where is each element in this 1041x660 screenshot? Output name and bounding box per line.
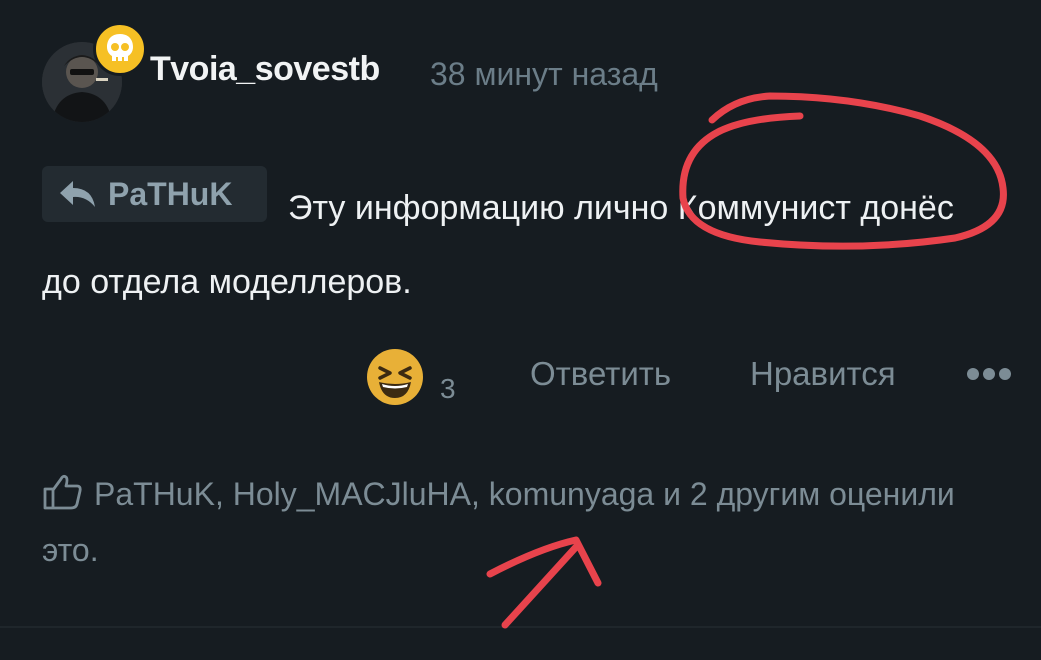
laughing-emoji-icon[interactable]: [366, 348, 424, 406]
skull-icon: [107, 34, 133, 61]
comment-timestamp: 38 минут назад: [430, 56, 658, 92]
more-dots-icon[interactable]: [966, 367, 1012, 381]
reply-button[interactable]: Ответить: [530, 355, 671, 393]
author-name[interactable]: Tvoia_sovestb: [150, 50, 380, 89]
reaction-count: 3: [440, 373, 456, 404]
skull-badge: [93, 22, 147, 76]
thumbs-up-icon: [43, 474, 82, 510]
like-button[interactable]: Нравится: [750, 355, 896, 393]
likes-text: PaTHuK, Holy_MACJluHA, komunyaga и 2 дру…: [42, 476, 955, 568]
divider: [0, 626, 1041, 628]
comment-actions: 3 Ответить Нравится: [0, 345, 1041, 405]
comment-text: Эту информацию лично Коммунист донёс до …: [42, 189, 954, 301]
likes-summary[interactable]: PaTHuK, Holy_MACJluHA, komunyaga и 2 дру…: [42, 466, 962, 578]
